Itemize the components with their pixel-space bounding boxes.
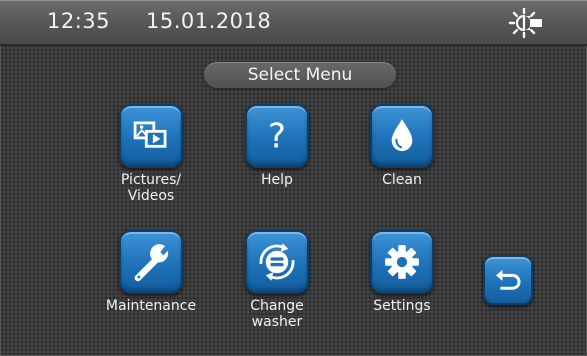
question-mark-icon[interactable]: ? (245, 104, 309, 168)
page-title: Select Menu (204, 62, 396, 88)
clock-date: 15.01.2018 (146, 9, 272, 33)
wrench-icon[interactable] (119, 230, 183, 294)
back-button[interactable] (483, 255, 533, 305)
clock-time: 12:35 (47, 9, 111, 33)
water-drop-icon[interactable] (370, 104, 434, 168)
menu-label-settings: Settings (373, 298, 431, 314)
gear-icon[interactable] (370, 230, 434, 294)
menu-label-pictures-videos: Pictures/ Videos (120, 172, 182, 204)
menu-label-help: Help (261, 172, 293, 188)
pictures-videos-icon[interactable] (119, 104, 183, 168)
menu-label-change-washer: Change washer (250, 298, 304, 330)
sun-icon[interactable] (506, 7, 546, 39)
rotate-washer-icon[interactable] (245, 230, 309, 294)
status-bar: 12:35 15.01.2018 (0, 0, 587, 46)
svg-text:?: ? (268, 116, 286, 155)
menu-label-clean: Clean (382, 172, 422, 188)
menu-label-maintenance: Maintenance (105, 298, 197, 314)
back-arrow-icon (496, 269, 521, 290)
